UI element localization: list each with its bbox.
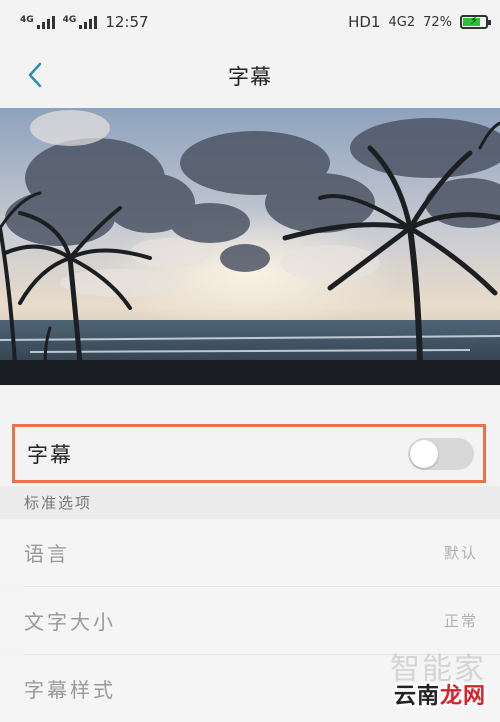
- status-bar-right: HD1 4G2 72% ⚡: [348, 13, 491, 31]
- watermark-part1: 云南: [393, 684, 440, 709]
- section-title: 标准选项: [24, 494, 93, 512]
- watermark: 智能家 云南龙网: [390, 655, 486, 709]
- option-value: 默认: [443, 544, 478, 562]
- option-row-language[interactable]: 语言 默认: [0, 519, 500, 586]
- option-label: 语言: [24, 542, 70, 566]
- clock: 12:57: [105, 13, 149, 31]
- signal-strength-icon-2: 4G: [63, 15, 98, 29]
- option-label: 文字大小: [24, 610, 116, 634]
- watermark-part2: 龙网: [439, 684, 486, 709]
- chevron-left-icon: [28, 62, 42, 88]
- option-label: 字幕样式: [24, 678, 116, 702]
- status-bar: 4G 4G 12:57 HD1 4G2 72% ⚡: [0, 0, 500, 44]
- watermark-line1: 智能家: [390, 652, 486, 687]
- app-header: 字幕: [0, 44, 500, 108]
- toggle-knob: [410, 439, 438, 468]
- hd-indicator: HD1: [348, 13, 381, 31]
- section-header: 标准选项: [0, 486, 500, 519]
- network-indicator: 4G2: [388, 14, 416, 30]
- status-bar-left: 4G 4G 12:57: [20, 13, 149, 31]
- caption-toggle-switch[interactable]: [408, 437, 474, 470]
- page-title: 字幕: [228, 65, 272, 89]
- watermark-line2: 云南龙网: [390, 685, 486, 709]
- hero-image: [0, 108, 500, 385]
- signal-strength-icon: 4G: [20, 15, 55, 29]
- battery-icon: ⚡: [460, 14, 491, 29]
- back-button[interactable]: [20, 60, 50, 90]
- signal2-label: 4G: [62, 15, 77, 25]
- signal1-label: 4G: [20, 15, 34, 25]
- option-value: 正常: [443, 612, 478, 630]
- battery-percent: 72%: [423, 14, 452, 30]
- caption-toggle-label: 字幕: [27, 442, 73, 467]
- caption-toggle-row[interactable]: 字幕: [12, 424, 486, 483]
- option-row-text-size[interactable]: 文字大小 正常: [0, 587, 500, 654]
- beach-palm-trees-image: [0, 108, 500, 385]
